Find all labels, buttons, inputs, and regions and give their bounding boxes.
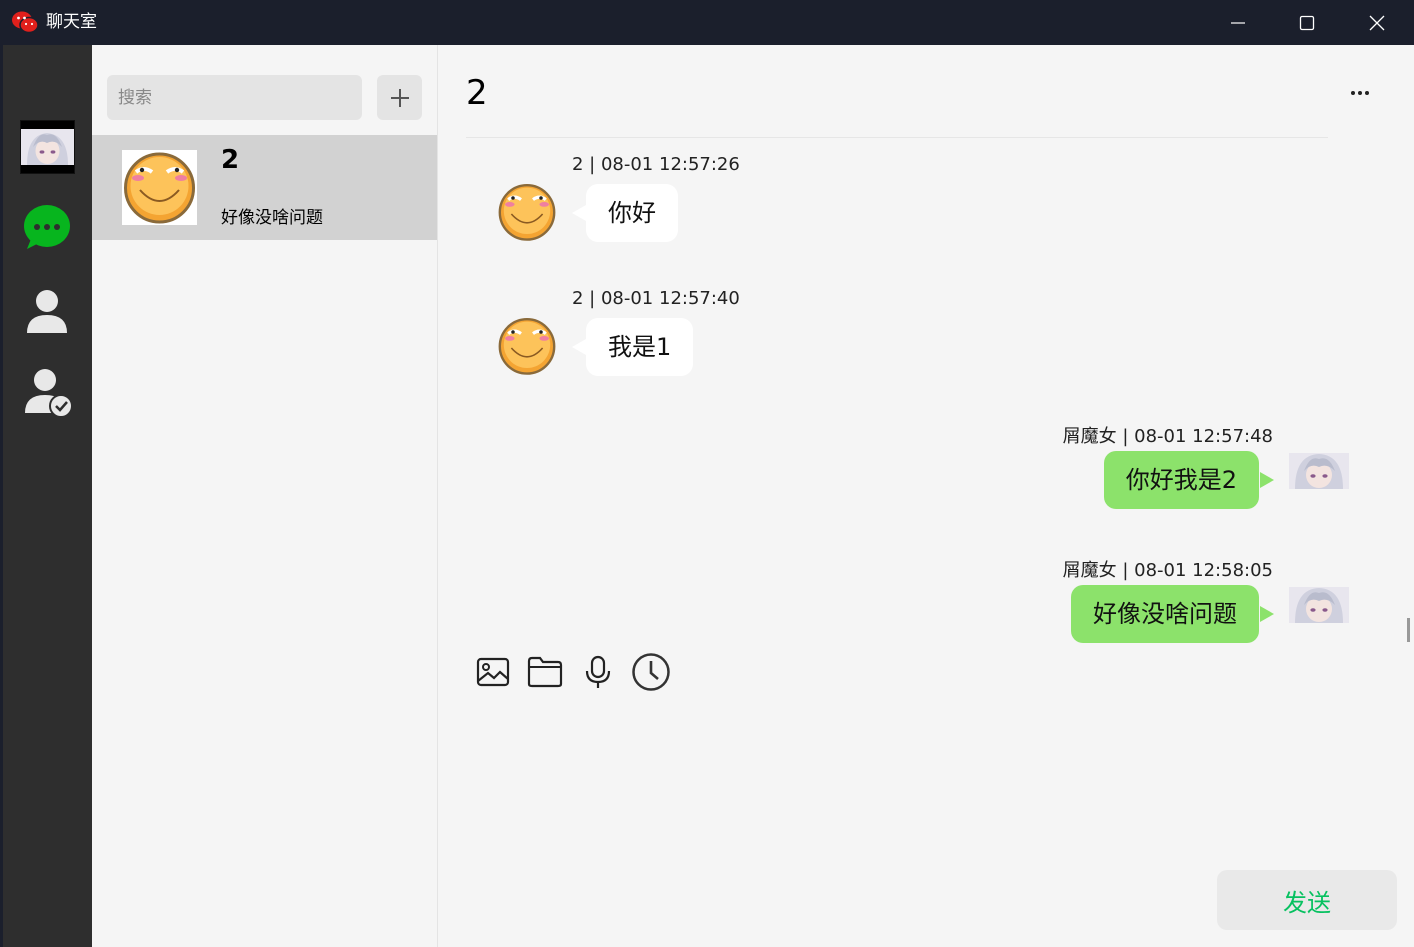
conversation-preview: 好像没啥问题 bbox=[221, 208, 323, 228]
contacts-nav-button[interactable] bbox=[23, 287, 71, 335]
app-window: 聊天室 搜索 2 好像没啥问题 2 2 | 08-01 12:57:26 你好 … bbox=[0, 0, 1414, 947]
conversation-list-panel: 2 好像没啥问题 bbox=[92, 45, 438, 947]
chat-nav-button[interactable] bbox=[23, 203, 71, 251]
smiley-face-icon bbox=[497, 316, 557, 376]
message-list: 2 | 08-01 12:57:26 你好 2 | 08-01 12:57:40… bbox=[438, 138, 1414, 645]
image-icon bbox=[476, 657, 510, 687]
nav-sidebar bbox=[0, 45, 92, 947]
message-meta: 屑魔女 | 08-01 12:57:48 bbox=[1062, 426, 1273, 447]
message-scrollbar[interactable] bbox=[1407, 138, 1411, 645]
title-bar: 聊天室 bbox=[0, 0, 1414, 45]
friend-request-icon bbox=[25, 369, 73, 418]
chat-header: 2 bbox=[466, 45, 1328, 138]
close-icon bbox=[1369, 15, 1385, 30]
chat-icon bbox=[24, 205, 70, 249]
voice-button[interactable] bbox=[578, 652, 618, 692]
chat-title: 2 bbox=[466, 73, 488, 113]
window-title: 聊天室 bbox=[46, 12, 97, 32]
bubble-tail bbox=[572, 339, 586, 355]
message-input[interactable] bbox=[458, 705, 1388, 855]
sender-avatar bbox=[497, 316, 557, 376]
smiley-face-icon bbox=[497, 182, 557, 242]
maximize-button[interactable] bbox=[1277, 0, 1337, 45]
contacts-icon bbox=[27, 290, 67, 333]
smiley-face-icon bbox=[124, 152, 195, 224]
ellipsis-icon bbox=[1351, 91, 1369, 95]
minimize-icon bbox=[1231, 21, 1245, 24]
message-bubble[interactable]: 好像没啥问题 bbox=[1071, 585, 1259, 643]
conversation-name: 2 bbox=[221, 145, 240, 175]
scrollbar-thumb[interactable] bbox=[1407, 618, 1410, 642]
self-avatar bbox=[1289, 587, 1349, 623]
close-button[interactable] bbox=[1347, 0, 1407, 45]
message-bubble[interactable]: 你好我是2 bbox=[1103, 451, 1259, 509]
bubble-tail bbox=[1260, 606, 1274, 622]
history-icon bbox=[632, 653, 670, 691]
bubble-tail bbox=[1260, 472, 1274, 488]
folder-icon bbox=[527, 656, 563, 688]
conversation-item[interactable]: 2 好像没啥问题 bbox=[92, 135, 437, 240]
sender-avatar bbox=[497, 182, 557, 242]
microphone-icon bbox=[585, 655, 611, 688]
app-logo-icon bbox=[12, 11, 39, 34]
more-options-button[interactable] bbox=[1342, 83, 1378, 103]
search-input[interactable] bbox=[107, 75, 362, 120]
anime-avatar-image bbox=[1289, 587, 1349, 623]
message-meta: 2 | 08-01 12:57:26 bbox=[572, 154, 740, 175]
anime-avatar-image bbox=[1289, 453, 1349, 489]
user-avatar[interactable] bbox=[20, 120, 75, 174]
chat-panel: 2 2 | 08-01 12:57:26 你好 2 | 08-01 12:57:… bbox=[438, 45, 1414, 947]
send-file-button[interactable] bbox=[525, 652, 565, 692]
add-button[interactable] bbox=[377, 75, 422, 120]
minimize-button[interactable] bbox=[1208, 0, 1268, 45]
self-avatar bbox=[1289, 453, 1349, 489]
anime-avatar-image bbox=[21, 129, 74, 165]
search-box bbox=[107, 75, 362, 120]
send-button[interactable]: 发送 bbox=[1217, 870, 1397, 930]
maximize-icon bbox=[1299, 15, 1315, 30]
message-meta: 2 | 08-01 12:57:40 bbox=[572, 288, 740, 309]
plus-icon bbox=[390, 88, 409, 107]
friend-requests-nav-button[interactable] bbox=[23, 367, 73, 418]
contact-avatar bbox=[122, 150, 197, 225]
bubble-tail bbox=[572, 205, 586, 221]
message-bubble[interactable]: 我是1 bbox=[586, 318, 694, 376]
message-meta: 屑魔女 | 08-01 12:58:05 bbox=[1062, 560, 1273, 581]
send-image-button[interactable] bbox=[473, 652, 513, 692]
history-button[interactable] bbox=[631, 652, 671, 692]
message-bubble[interactable]: 你好 bbox=[586, 184, 678, 242]
